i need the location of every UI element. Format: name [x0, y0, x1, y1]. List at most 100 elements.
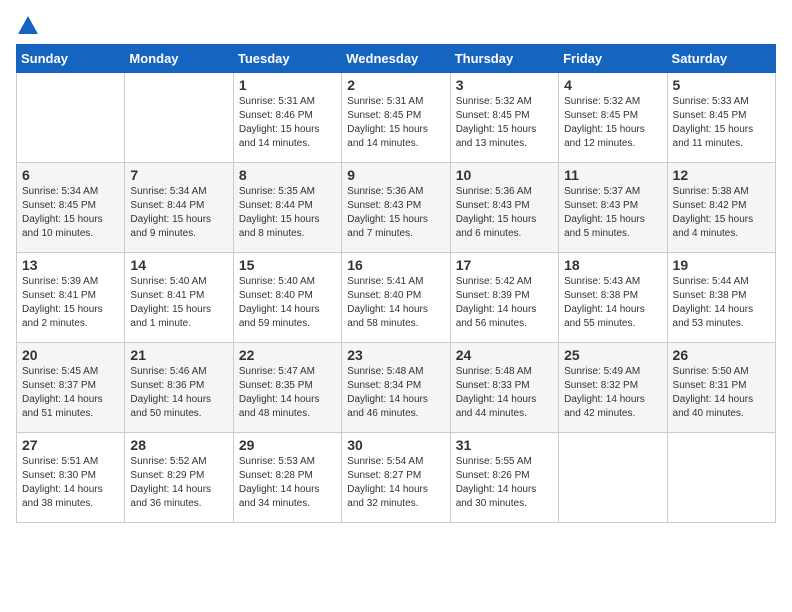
calendar-cell: 15 Sunrise: 5:40 AMSunset: 8:40 PMDayligh…: [233, 253, 341, 343]
calendar-cell: 31 Sunrise: 5:55 AMSunset: 8:26 PMDayligh…: [450, 433, 558, 523]
cell-info: Sunrise: 5:32 AMSunset: 8:45 PMDaylight:…: [456, 95, 553, 151]
calendar-cell: 13Sunrise: 5:39 AMSunset: 8:41 PMDayligh…: [17, 253, 125, 343]
calendar-cell: [559, 433, 667, 523]
cell-info: Sunrise: 5:53 AMSunset: 8:28 PMDaylight:…: [239, 455, 336, 511]
cell-info: Sunrise: 5:54 AMSunset: 8:27 PMDaylight:…: [347, 455, 444, 511]
logo-triangle-icon: [18, 16, 38, 34]
day-number: 4: [564, 77, 661, 93]
day-number: 26: [673, 347, 770, 363]
cell-info: Sunrise: 5:50 AMSunset: 8:31 PMDaylight:…: [673, 365, 770, 421]
day-number: 31: [456, 437, 553, 453]
day-number: 11: [564, 167, 661, 183]
day-number: 12: [673, 167, 770, 183]
calendar-cell: 11 Sunrise: 5:37 AMSunset: 8:43 PMDayligh…: [559, 163, 667, 253]
calendar-cell: 17 Sunrise: 5:42 AMSunset: 8:39 PMDayligh…: [450, 253, 558, 343]
calendar-cell: 4 Sunrise: 5:32 AMSunset: 8:45 PMDaylight…: [559, 73, 667, 163]
cell-info: Sunrise: 5:49 AMSunset: 8:32 PMDaylight:…: [564, 365, 661, 421]
day-number: 18: [564, 257, 661, 273]
cell-info: Sunrise: 5:44 AMSunset: 8:38 PMDaylight:…: [673, 275, 770, 331]
cell-info: Sunrise: 5:31 AMSunset: 8:46 PMDaylight:…: [239, 95, 336, 151]
day-number: 23: [347, 347, 444, 363]
weekday-header: Tuesday: [233, 45, 341, 73]
cell-info: Sunrise: 5:52 AMSunset: 8:29 PMDaylight:…: [130, 455, 227, 511]
cell-info: Sunrise: 5:48 AMSunset: 8:33 PMDaylight:…: [456, 365, 553, 421]
weekday-header: Friday: [559, 45, 667, 73]
day-number: 1: [239, 77, 336, 93]
weekday-header: Sunday: [17, 45, 125, 73]
day-number: 27: [22, 437, 119, 453]
calendar-cell: 3 Sunrise: 5:32 AMSunset: 8:45 PMDaylight…: [450, 73, 558, 163]
day-number: 30: [347, 437, 444, 453]
calendar-cell: 5Sunrise: 5:33 AMSunset: 8:45 PMDaylight…: [667, 73, 775, 163]
day-number: 21: [130, 347, 227, 363]
calendar-cell: [17, 73, 125, 163]
calendar-cell: 16 Sunrise: 5:41 AMSunset: 8:40 PMDayligh…: [342, 253, 450, 343]
cell-info: Sunrise: 5:40 AMSunset: 8:41 PMDaylight:…: [130, 275, 227, 331]
calendar-cell: 18 Sunrise: 5:43 AMSunset: 8:38 PMDayligh…: [559, 253, 667, 343]
cell-info: Sunrise: 5:45 AMSunset: 8:37 PMDaylight:…: [22, 365, 119, 421]
day-number: 10: [456, 167, 553, 183]
cell-info: Sunrise: 5:31 AMSunset: 8:45 PMDaylight:…: [347, 95, 444, 151]
calendar-cell: 28 Sunrise: 5:52 AMSunset: 8:29 PMDayligh…: [125, 433, 233, 523]
calendar-cell: 26 Sunrise: 5:50 AMSunset: 8:31 PMDayligh…: [667, 343, 775, 433]
calendar-cell: 14 Sunrise: 5:40 AMSunset: 8:41 PMDayligh…: [125, 253, 233, 343]
calendar-cell: 2 Sunrise: 5:31 AMSunset: 8:45 PMDaylight…: [342, 73, 450, 163]
cell-info: Sunrise: 5:43 AMSunset: 8:38 PMDaylight:…: [564, 275, 661, 331]
calendar-cell: 22 Sunrise: 5:47 AMSunset: 8:35 PMDayligh…: [233, 343, 341, 433]
cell-info: Sunrise: 5:39 AMSunset: 8:41 PMDaylight:…: [22, 275, 119, 331]
day-number: 25: [564, 347, 661, 363]
cell-info: Sunrise: 5:37 AMSunset: 8:43 PMDaylight:…: [564, 185, 661, 241]
calendar-cell: 9Sunrise: 5:36 AMSunset: 8:43 PMDaylight…: [342, 163, 450, 253]
calendar-cell: [667, 433, 775, 523]
day-number: 15: [239, 257, 336, 273]
cell-info: Sunrise: 5:55 AMSunset: 8:26 PMDaylight:…: [456, 455, 553, 511]
day-number: 6: [22, 167, 119, 183]
calendar-cell: 8 Sunrise: 5:35 AMSunset: 8:44 PMDaylight…: [233, 163, 341, 253]
calendar-cell: 23 Sunrise: 5:48 AMSunset: 8:34 PMDayligh…: [342, 343, 450, 433]
cell-info: Sunrise: 5:40 AMSunset: 8:40 PMDaylight:…: [239, 275, 336, 331]
cell-info: Sunrise: 5:42 AMSunset: 8:39 PMDaylight:…: [456, 275, 553, 331]
day-number: 5: [673, 77, 770, 93]
calendar-cell: 10 Sunrise: 5:36 AMSunset: 8:43 PMDayligh…: [450, 163, 558, 253]
cell-info: Sunrise: 5:46 AMSunset: 8:36 PMDaylight:…: [130, 365, 227, 421]
page-header: [16, 16, 776, 32]
calendar-cell: 20 Sunrise: 5:45 AMSunset: 8:37 PMDayligh…: [17, 343, 125, 433]
weekday-header: Thursday: [450, 45, 558, 73]
day-number: 2: [347, 77, 444, 93]
day-number: 8: [239, 167, 336, 183]
day-number: 7: [130, 167, 227, 183]
cell-info: Sunrise: 5:38 AMSunset: 8:42 PMDaylight:…: [673, 185, 770, 241]
weekday-header: Monday: [125, 45, 233, 73]
day-number: 19: [673, 257, 770, 273]
cell-info: Sunrise: 5:47 AMSunset: 8:35 PMDaylight:…: [239, 365, 336, 421]
cell-info: Sunrise: 5:34 AMSunset: 8:44 PMDaylight:…: [130, 185, 227, 241]
weekday-header: Saturday: [667, 45, 775, 73]
cell-info: Sunrise: 5:36 AMSunset: 8:43 PMDaylight:…: [456, 185, 553, 241]
day-number: 9: [347, 167, 444, 183]
day-number: 17: [456, 257, 553, 273]
calendar-cell: 29 Sunrise: 5:53 AMSunset: 8:28 PMDayligh…: [233, 433, 341, 523]
calendar-cell: 6Sunrise: 5:34 AMSunset: 8:45 PMDaylight…: [17, 163, 125, 253]
calendar-cell: 1 Sunrise: 5:31 AMSunset: 8:46 PMDaylight…: [233, 73, 341, 163]
day-number: 28: [130, 437, 227, 453]
day-number: 3: [456, 77, 553, 93]
day-number: 14: [130, 257, 227, 273]
day-number: 29: [239, 437, 336, 453]
cell-info: Sunrise: 5:48 AMSunset: 8:34 PMDaylight:…: [347, 365, 444, 421]
calendar-cell: 27 Sunrise: 5:51 AMSunset: 8:30 PMDayligh…: [17, 433, 125, 523]
calendar-cell: 24 Sunrise: 5:48 AMSunset: 8:33 PMDayligh…: [450, 343, 558, 433]
cell-info: Sunrise: 5:32 AMSunset: 8:45 PMDaylight:…: [564, 95, 661, 151]
cell-info: Sunrise: 5:51 AMSunset: 8:30 PMDaylight:…: [22, 455, 119, 511]
day-number: 20: [22, 347, 119, 363]
calendar-table: SundayMondayTuesdayWednesdayThursdayFrid…: [16, 44, 776, 523]
calendar-cell: 19 Sunrise: 5:44 AMSunset: 8:38 PMDayligh…: [667, 253, 775, 343]
day-number: 16: [347, 257, 444, 273]
calendar-cell: 12 Sunrise: 5:38 AMSunset: 8:42 PMDayligh…: [667, 163, 775, 253]
calendar-cell: [125, 73, 233, 163]
day-number: 24: [456, 347, 553, 363]
weekday-header: Wednesday: [342, 45, 450, 73]
day-number: 22: [239, 347, 336, 363]
cell-info: Sunrise: 5:41 AMSunset: 8:40 PMDaylight:…: [347, 275, 444, 331]
cell-info: Sunrise: 5:35 AMSunset: 8:44 PMDaylight:…: [239, 185, 336, 241]
calendar-cell: 7 Sunrise: 5:34 AMSunset: 8:44 PMDaylight…: [125, 163, 233, 253]
